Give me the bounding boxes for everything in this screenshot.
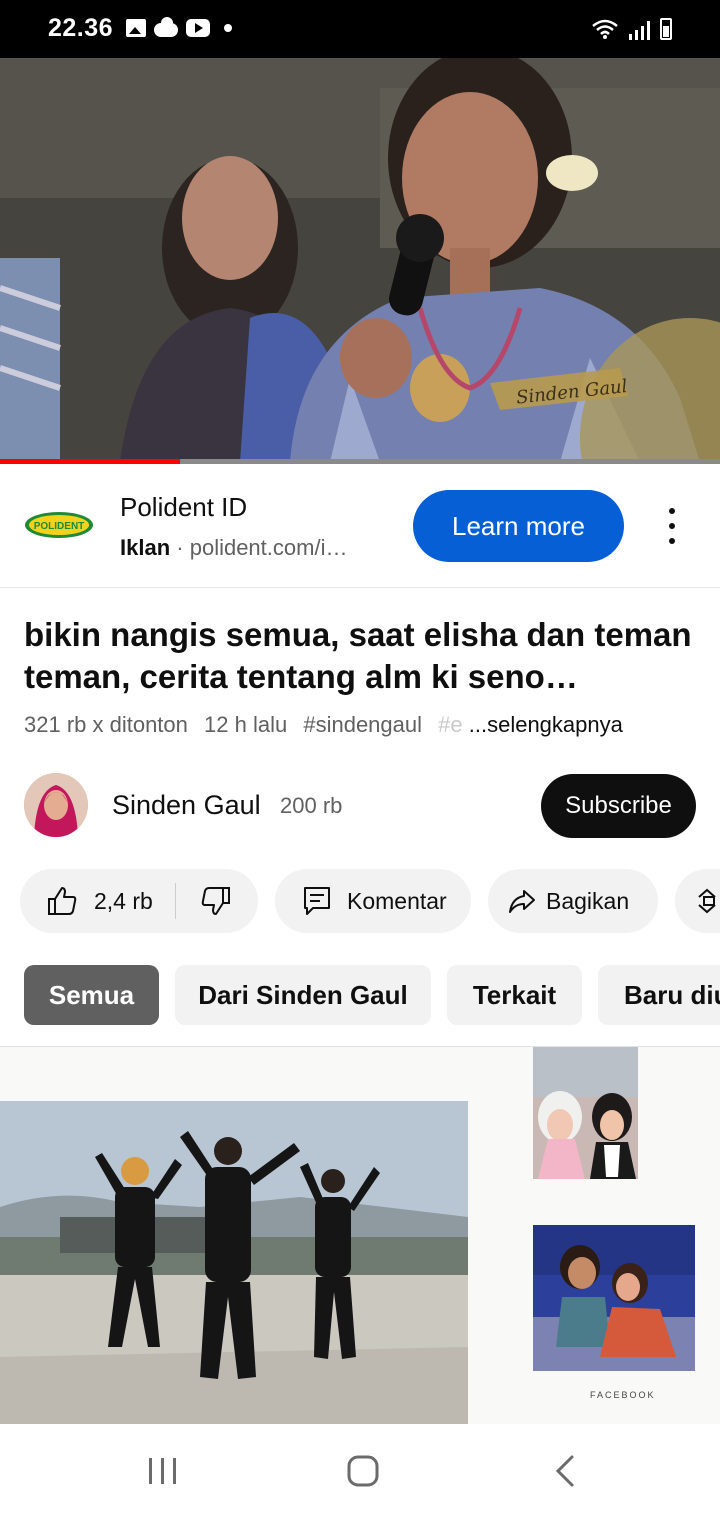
share-label: Bagikan	[546, 887, 630, 914]
chip-related[interactable]: Terkait	[447, 965, 582, 1025]
share-button[interactable]: Bagikan	[488, 869, 658, 933]
chip-from-channel[interactable]: Dari Sinden Gaul	[175, 965, 431, 1025]
battery-icon	[660, 18, 672, 40]
polident-logo-text: POLIDENT	[34, 521, 85, 532]
video-frame: Sinden Gaul	[0, 58, 720, 462]
chip-recently-uploaded[interactable]: Baru diu	[598, 965, 720, 1025]
like-divider	[174, 883, 176, 919]
ad-meta: Iklan · polident.com/i…	[120, 535, 347, 561]
subscriber-count: 200 rb	[280, 793, 343, 818]
youtube-icon	[186, 19, 210, 37]
chip-semua[interactable]: Semua	[24, 965, 159, 1025]
polident-logo: POLIDENT	[25, 512, 93, 538]
comment-icon	[304, 887, 330, 915]
next-video-thumbnail[interactable]	[0, 1046, 720, 1424]
thumbs-down-icon	[201, 887, 230, 915]
thumbs-up-icon	[48, 887, 77, 915]
status-time: 22.36	[48, 14, 114, 42]
gallery-icon	[126, 19, 146, 37]
subscribe-button[interactable]: Subscribe	[541, 774, 696, 838]
ad-advertiser[interactable]: Polident ID	[120, 492, 247, 523]
ad-label: Iklan	[120, 535, 171, 560]
thumbnail-image	[0, 1047, 720, 1424]
show-more-link[interactable]: ...selengkapnya	[469, 712, 623, 737]
upload-age: 12 h lalu	[204, 712, 288, 737]
comment-label: Komentar	[347, 887, 447, 914]
system-icons	[591, 16, 672, 40]
ad-url: polident.com/i…	[189, 535, 348, 560]
hashtag-link-faded: #e	[438, 712, 463, 737]
back-icon[interactable]	[552, 1454, 578, 1488]
wifi-icon	[592, 19, 618, 39]
like-button[interactable]: 2,4 rb	[20, 869, 153, 933]
channel-avatar[interactable]	[24, 773, 88, 837]
more-notifications-icon	[224, 24, 232, 32]
cloud-icon	[154, 17, 178, 37]
channel-name[interactable]: Sinden Gaul	[112, 790, 261, 821]
avatar-image	[24, 773, 88, 837]
remix-icon	[698, 888, 716, 914]
video-player[interactable]: Sinden Gaul	[0, 58, 720, 462]
like-dislike-group: 2,4 rb	[20, 869, 258, 933]
navigation-bar	[0, 1424, 720, 1520]
learn-more-button[interactable]: Learn more	[413, 490, 624, 562]
ad-separator: ·	[176, 535, 184, 560]
hashtag-link[interactable]: #sindengaul	[303, 712, 422, 737]
recent-apps-icon[interactable]	[146, 1456, 180, 1486]
like-count: 2,4 rb	[94, 887, 153, 914]
share-icon	[509, 890, 535, 913]
ad-more-options-icon[interactable]	[662, 508, 682, 544]
dislike-button[interactable]	[200, 869, 232, 933]
status-bar: 22.36	[0, 0, 720, 58]
comment-button[interactable]: Komentar	[275, 869, 471, 933]
notification-icons	[126, 17, 232, 37]
home-icon[interactable]	[346, 1454, 380, 1488]
signal-icon	[629, 20, 650, 40]
facebook-tag: FACEBOOK	[590, 1390, 656, 1400]
remix-button[interactable]	[675, 869, 720, 933]
video-meta[interactable]: 321 rb x ditonton 12 h lalu #sindengaul …	[24, 712, 704, 738]
video-title[interactable]: bikin nangis semua, saat elisha dan tema…	[24, 614, 704, 698]
view-count: 321 rb x ditonton	[24, 712, 188, 737]
